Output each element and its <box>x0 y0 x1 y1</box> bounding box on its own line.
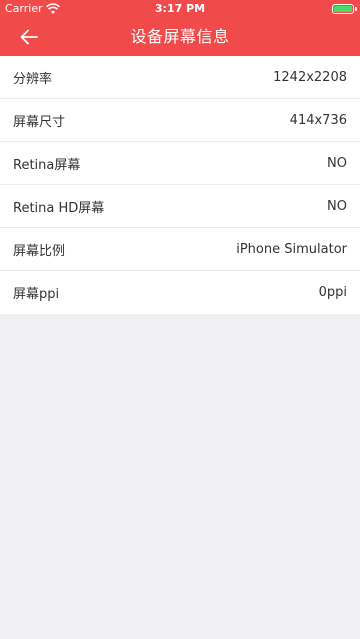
row-value: 414x736 <box>289 112 347 128</box>
row-value: iPhone Simulator <box>236 241 347 257</box>
page-title: 设备屏幕信息 <box>130 27 230 46</box>
row-label: 屏幕尺寸 <box>13 114 66 130</box>
battery-tip <box>355 7 357 11</box>
list-item-screen-scale[interactable]: 屏幕比例 iPhone Simulator <box>0 228 360 271</box>
row-label: Retina HD屏幕 <box>13 200 105 216</box>
row-label: Retina屏幕 <box>13 157 81 173</box>
status-time: 3:17 PM <box>154 2 206 15</box>
row-label: 分辨率 <box>13 71 53 87</box>
row-value: 1242x2208 <box>273 69 347 85</box>
row-value: NO <box>327 155 347 171</box>
status-bar: Carrier 3:17 PM <box>0 0 360 18</box>
list-item-screen-size[interactable]: 屏幕尺寸 414x736 <box>0 99 360 142</box>
row-value: NO <box>327 198 347 214</box>
row-label: 屏幕比例 <box>13 243 66 259</box>
battery-icon <box>332 4 354 14</box>
list-item-retina-hd[interactable]: Retina HD屏幕 NO <box>0 185 360 228</box>
list-item-screen-ppi[interactable]: 屏幕ppi 0ppi <box>0 271 360 314</box>
list-item-retina[interactable]: Retina屏幕 NO <box>0 142 360 185</box>
row-label: 屏幕ppi <box>13 287 60 302</box>
arrow-left-icon <box>20 29 38 45</box>
list-item-resolution[interactable]: 分辨率 1242x2208 <box>0 56 360 99</box>
screen-info-list: 分辨率 1242x2208 屏幕尺寸 414x736 Retina屏幕 NO R… <box>0 56 360 314</box>
header: Carrier 3:17 PM 设备屏幕信息 <box>0 0 360 56</box>
nav-bar: 设备屏幕信息 <box>0 18 360 56</box>
back-button[interactable] <box>14 23 44 51</box>
row-value: 0ppi <box>318 285 347 300</box>
battery-level <box>334 6 352 12</box>
